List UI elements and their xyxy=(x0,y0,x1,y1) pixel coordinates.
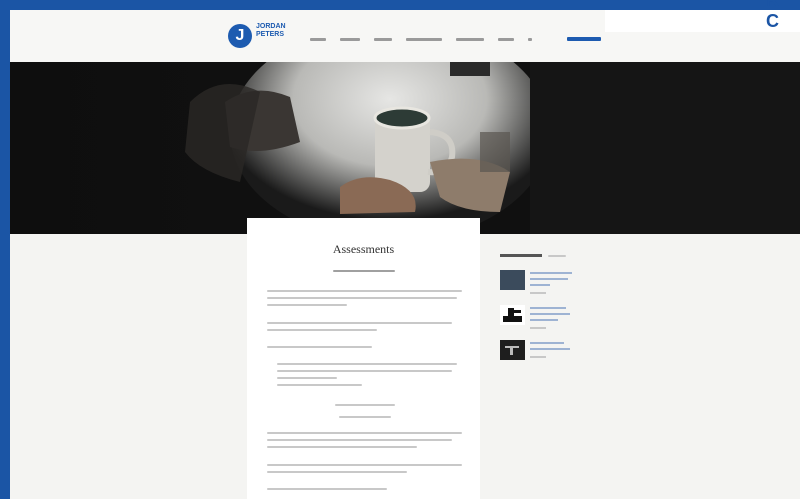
post-link-2[interactable] xyxy=(530,307,566,309)
site-logo-text[interactable]: JORDAN PETERS xyxy=(256,23,302,39)
nav-item-active[interactable] xyxy=(567,37,601,41)
text-line xyxy=(267,346,372,348)
text-line xyxy=(267,432,462,434)
article-card: Assessments xyxy=(247,218,480,499)
list-line xyxy=(277,377,337,379)
post-date-2 xyxy=(530,327,546,329)
main-nav xyxy=(310,36,532,44)
nav-item-2[interactable] xyxy=(340,38,360,41)
list-line xyxy=(277,384,362,386)
faucet-icon xyxy=(503,308,522,322)
post-date-1 xyxy=(530,292,546,294)
text-line xyxy=(267,439,452,441)
text-line xyxy=(267,297,457,299)
sidebar-heading-rule xyxy=(548,255,566,257)
list-line xyxy=(277,363,457,365)
centered-line xyxy=(339,416,391,418)
hero-photo-desk-mug xyxy=(10,62,800,234)
text-line xyxy=(267,329,377,331)
recent-posts-sidebar xyxy=(500,253,590,373)
post-link-3[interactable] xyxy=(530,348,570,350)
text-line xyxy=(267,304,347,306)
logo-line-1: JORDAN xyxy=(256,23,286,30)
text-line xyxy=(267,471,407,473)
text-line xyxy=(267,446,417,448)
centered-line xyxy=(335,404,395,406)
sidebar-heading xyxy=(500,254,542,257)
subtitle-line xyxy=(333,270,395,272)
post-link-3[interactable] xyxy=(530,342,564,344)
post-link-2[interactable] xyxy=(530,319,558,321)
post-link-1[interactable] xyxy=(530,278,568,280)
list-line xyxy=(277,370,452,372)
text-line xyxy=(267,464,462,466)
text-line xyxy=(267,290,462,292)
browser-viewport: J JORDAN PETERS Assessments xyxy=(10,10,800,499)
tool-icon xyxy=(505,346,519,355)
text-line xyxy=(267,488,387,490)
page-title: Assessments xyxy=(332,242,395,256)
post-link-1[interactable] xyxy=(530,284,550,286)
nav-item-4[interactable] xyxy=(406,38,442,41)
post-link-2[interactable] xyxy=(530,313,570,315)
nav-item-1[interactable] xyxy=(310,38,326,41)
post-link-1[interactable] xyxy=(530,272,572,274)
nav-item-5[interactable] xyxy=(456,38,484,41)
logo-line-2: PETERS xyxy=(256,31,285,38)
post-thumbnail-1[interactable] xyxy=(500,270,525,290)
post-thumbnail-2[interactable] xyxy=(500,305,525,325)
post-thumbnail-3[interactable] xyxy=(500,340,525,360)
post-date-3 xyxy=(530,356,546,358)
hero-image xyxy=(10,62,800,234)
nav-item-3[interactable] xyxy=(374,38,392,41)
nav-item-7[interactable] xyxy=(528,38,532,41)
site-logo-icon[interactable]: J xyxy=(228,24,252,48)
text-line xyxy=(267,322,452,324)
site-header: J JORDAN PETERS xyxy=(10,10,800,62)
nav-item-6[interactable] xyxy=(498,38,514,41)
corner-label: R C xyxy=(766,0,781,31)
